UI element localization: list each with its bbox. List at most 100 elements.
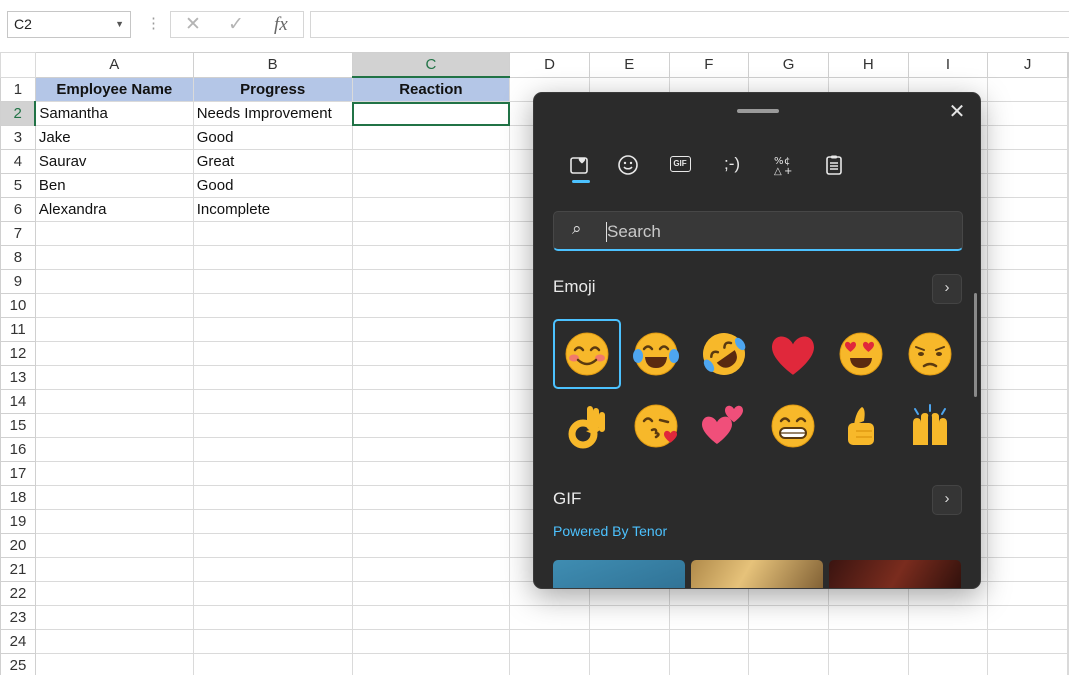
search-input[interactable] — [605, 218, 939, 246]
column-header[interactable]: J — [987, 52, 1068, 78]
cell[interactable] — [588, 605, 670, 630]
cell[interactable] — [351, 413, 511, 438]
cell[interactable] — [351, 221, 511, 246]
enter-icon[interactable]: ✓ — [228, 14, 244, 36]
cell[interactable] — [987, 197, 1068, 222]
cancel-icon[interactable]: ✕ — [185, 14, 201, 36]
cell[interactable] — [192, 557, 353, 582]
cell[interactable] — [748, 653, 829, 675]
cell[interactable] — [192, 533, 353, 558]
cell[interactable] — [1067, 581, 1069, 606]
cell[interactable] — [351, 269, 511, 294]
column-header[interactable]: G — [748, 52, 829, 78]
cell[interactable] — [192, 293, 353, 318]
cell[interactable] — [192, 317, 353, 342]
cell[interactable] — [351, 653, 511, 675]
tab-favorites[interactable] — [562, 149, 598, 185]
cell[interactable] — [827, 653, 909, 675]
cell[interactable] — [987, 125, 1068, 150]
cell[interactable] — [192, 269, 353, 294]
cell[interactable] — [192, 653, 353, 675]
cell[interactable] — [588, 629, 670, 654]
cell[interactable] — [668, 605, 750, 630]
cell[interactable] — [987, 485, 1068, 510]
header-cell[interactable]: Employee Name — [34, 76, 194, 102]
row-header[interactable]: 22 — [0, 581, 36, 606]
raising-hands-emoji[interactable] — [896, 391, 964, 461]
column-header[interactable]: I — [907, 52, 989, 78]
cell[interactable] — [351, 605, 511, 630]
cell[interactable] — [351, 317, 511, 342]
cell[interactable] — [1067, 221, 1069, 246]
cell[interactable] — [987, 269, 1068, 294]
cell[interactable] — [351, 365, 511, 390]
cell[interactable] — [987, 341, 1068, 366]
column-header[interactable]: C — [351, 52, 511, 78]
cell[interactable] — [351, 581, 511, 606]
cell[interactable] — [192, 581, 353, 606]
tab-clipboard[interactable] — [816, 149, 852, 185]
cell[interactable] — [1067, 413, 1069, 438]
row-header[interactable]: 9 — [0, 269, 36, 294]
cell[interactable] — [1067, 605, 1069, 630]
cell[interactable] — [351, 509, 511, 534]
cell[interactable] — [351, 293, 511, 318]
tab-gif[interactable]: GIF — [662, 149, 698, 185]
cell[interactable] — [351, 149, 511, 174]
cell[interactable] — [1067, 245, 1069, 270]
cell[interactable] — [34, 437, 194, 462]
row-header[interactable]: 16 — [0, 437, 36, 462]
cell[interactable] — [668, 629, 750, 654]
cell[interactable] — [34, 533, 194, 558]
cell[interactable] — [351, 125, 511, 150]
ok-hand-emoji[interactable] — [553, 391, 621, 461]
thumbs-up-emoji[interactable] — [827, 391, 895, 461]
cell[interactable] — [987, 76, 1068, 102]
column-header[interactable]: D — [509, 52, 590, 78]
cell[interactable] — [351, 173, 511, 198]
cell[interactable] — [987, 437, 1068, 462]
cell[interactable] — [987, 173, 1068, 198]
cell[interactable]: Incomplete — [192, 197, 353, 222]
cell[interactable] — [987, 317, 1068, 342]
powered-by-tenor-link[interactable]: Powered By Tenor — [553, 523, 667, 539]
row-header[interactable]: 11 — [0, 317, 36, 342]
cell[interactable] — [588, 653, 670, 675]
cell[interactable] — [509, 605, 590, 630]
insert-function-icon[interactable]: fx — [274, 14, 288, 36]
cell[interactable] — [1067, 149, 1069, 174]
cell[interactable] — [351, 461, 511, 486]
cell[interactable] — [1067, 269, 1069, 294]
cell[interactable] — [987, 293, 1068, 318]
cell[interactable] — [987, 413, 1068, 438]
column-header[interactable]: H — [827, 52, 909, 78]
row-header[interactable]: 18 — [0, 485, 36, 510]
cell[interactable] — [1067, 389, 1069, 414]
cell[interactable] — [987, 461, 1068, 486]
row-header[interactable]: 24 — [0, 629, 36, 654]
name-box[interactable]: C2 ▼ — [7, 11, 131, 38]
cell[interactable] — [34, 653, 194, 675]
cell[interactable] — [987, 221, 1068, 246]
cell[interactable] — [192, 629, 353, 654]
cell[interactable] — [351, 389, 511, 414]
tab-symbols[interactable]: % ¢ △ + — [766, 149, 802, 185]
row-header[interactable]: 15 — [0, 413, 36, 438]
cell[interactable] — [351, 557, 511, 582]
cell[interactable] — [192, 365, 353, 390]
cell[interactable] — [987, 653, 1068, 675]
cell[interactable]: Alexandra — [34, 197, 194, 222]
cell[interactable] — [1067, 173, 1069, 198]
cell[interactable] — [351, 533, 511, 558]
column-header[interactable]: B — [192, 52, 353, 78]
two-hearts-emoji[interactable] — [690, 391, 758, 461]
cell[interactable] — [1067, 317, 1069, 342]
cell[interactable] — [509, 629, 590, 654]
cell[interactable] — [34, 221, 194, 246]
row-header[interactable]: 4 — [0, 149, 36, 174]
cell[interactable] — [987, 365, 1068, 390]
beaming-face-emoji[interactable] — [759, 391, 827, 461]
red-heart-emoji[interactable] — [759, 319, 827, 389]
cell[interactable] — [1067, 629, 1069, 654]
cell[interactable] — [827, 605, 909, 630]
